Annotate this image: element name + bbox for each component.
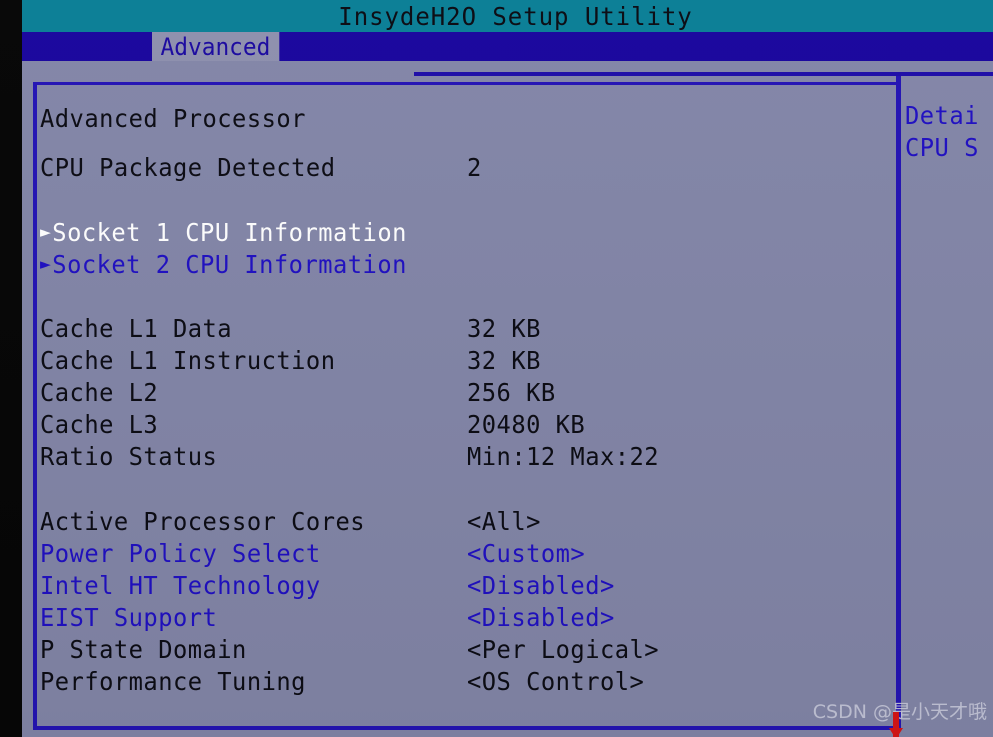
setting-value[interactable]: <All>	[467, 506, 541, 538]
setting-label: Active Processor Cores	[40, 507, 366, 536]
setting-row[interactable]: Intel HT Technology <Disabled>	[37, 570, 898, 602]
setting-label: Ratio Status	[40, 442, 218, 471]
setting-row[interactable]: Cache L1 Data 32 KB	[37, 313, 898, 345]
setting-label: Cache L2	[40, 378, 159, 407]
setting-value[interactable]: <Disabled>	[467, 570, 615, 602]
screen-bezel-left	[0, 0, 22, 737]
setting-row[interactable]: Performance Tuning <OS Control>	[37, 666, 898, 698]
panel-top-rule	[414, 72, 993, 76]
setting-value[interactable]: <Custom>	[467, 538, 585, 570]
setting-row[interactable]: Cache L1 Instruction 32 KB	[37, 345, 898, 377]
setting-row[interactable]: Active Processor Cores <All>	[37, 506, 898, 538]
setting-row[interactable]: CPU Package Detected 2	[37, 152, 898, 184]
setting-label: Performance Tuning	[40, 667, 306, 696]
setting-label: EIST Support	[40, 603, 218, 632]
setting-row[interactable]: Cache L2 256 KB	[37, 377, 898, 409]
setting-label: Cache L1 Data	[40, 314, 233, 343]
setting-row[interactable]: Cache L3 20480 KB	[37, 409, 898, 441]
setting-value[interactable]: <Per Logical>	[467, 634, 659, 666]
setting-label: Cache L1 Instruction	[40, 346, 336, 375]
settings-panel: Advanced Processor CPU Package Detected 2 ►…	[33, 82, 898, 730]
setting-row[interactable]: Ratio Status Min:12 Max:22	[37, 441, 898, 473]
setting-label: P State Domain	[40, 635, 247, 664]
setting-label: ►Socket 2 CPU Information	[40, 250, 407, 279]
setting-value[interactable]: 20480 KB	[467, 409, 585, 441]
submenu-arrow-icon: ►	[40, 221, 52, 243]
help-text-line: CPU S	[905, 133, 979, 162]
setting-label: Power Policy Select	[40, 539, 321, 568]
setting-label: Cache L3	[40, 410, 159, 439]
help-pane: Detai CPU S	[903, 82, 993, 730]
setting-row[interactable]: Power Policy Select <Custom>	[37, 538, 898, 570]
watermark: CSDN @是小天才哦	[812, 701, 987, 723]
panel-heading: Advanced Processor	[37, 103, 898, 135]
setting-label: CPU Package Detected	[40, 153, 336, 182]
setting-value[interactable]: 32 KB	[467, 345, 541, 377]
setting-value[interactable]: 256 KB	[467, 377, 556, 409]
title-bar: InsydeH2O Setup Utility	[22, 0, 993, 32]
setting-row[interactable]: P State Domain <Per Logical>	[37, 634, 898, 666]
submenu-row[interactable]: ►Socket 2 CPU Information	[37, 248, 898, 280]
panel-heading-label: Advanced Processor	[40, 104, 306, 133]
setting-label: Intel HT Technology	[40, 571, 321, 600]
tab-advanced[interactable]: Advanced	[152, 32, 279, 61]
bios-screen: InsydeH2O Setup Utility Advanced Advance…	[0, 0, 993, 737]
setting-value[interactable]: <Disabled>	[467, 602, 615, 634]
setting-value[interactable]: 32 KB	[467, 313, 541, 345]
page-title: InsydeH2O Setup Utility	[338, 2, 693, 31]
setting-value[interactable]: <OS Control>	[467, 666, 644, 698]
submenu-row[interactable]: ►Socket 1 CPU Information	[37, 216, 898, 248]
setting-value[interactable]: Min:12 Max:22	[467, 441, 659, 473]
settings-row-list: Advanced Processor CPU Package Detected 2 ►…	[37, 85, 898, 726]
setting-value[interactable]: 2	[467, 152, 482, 184]
menu-bar: Advanced	[22, 32, 993, 61]
panel-divider	[896, 76, 901, 730]
setting-label: ►Socket 1 CPU Information	[40, 218, 407, 247]
cursor-marker-icon	[889, 712, 903, 737]
setting-row[interactable]: EIST Support <Disabled>	[37, 602, 898, 634]
help-text-line: Detai	[905, 101, 979, 130]
submenu-arrow-icon: ►	[40, 253, 52, 275]
